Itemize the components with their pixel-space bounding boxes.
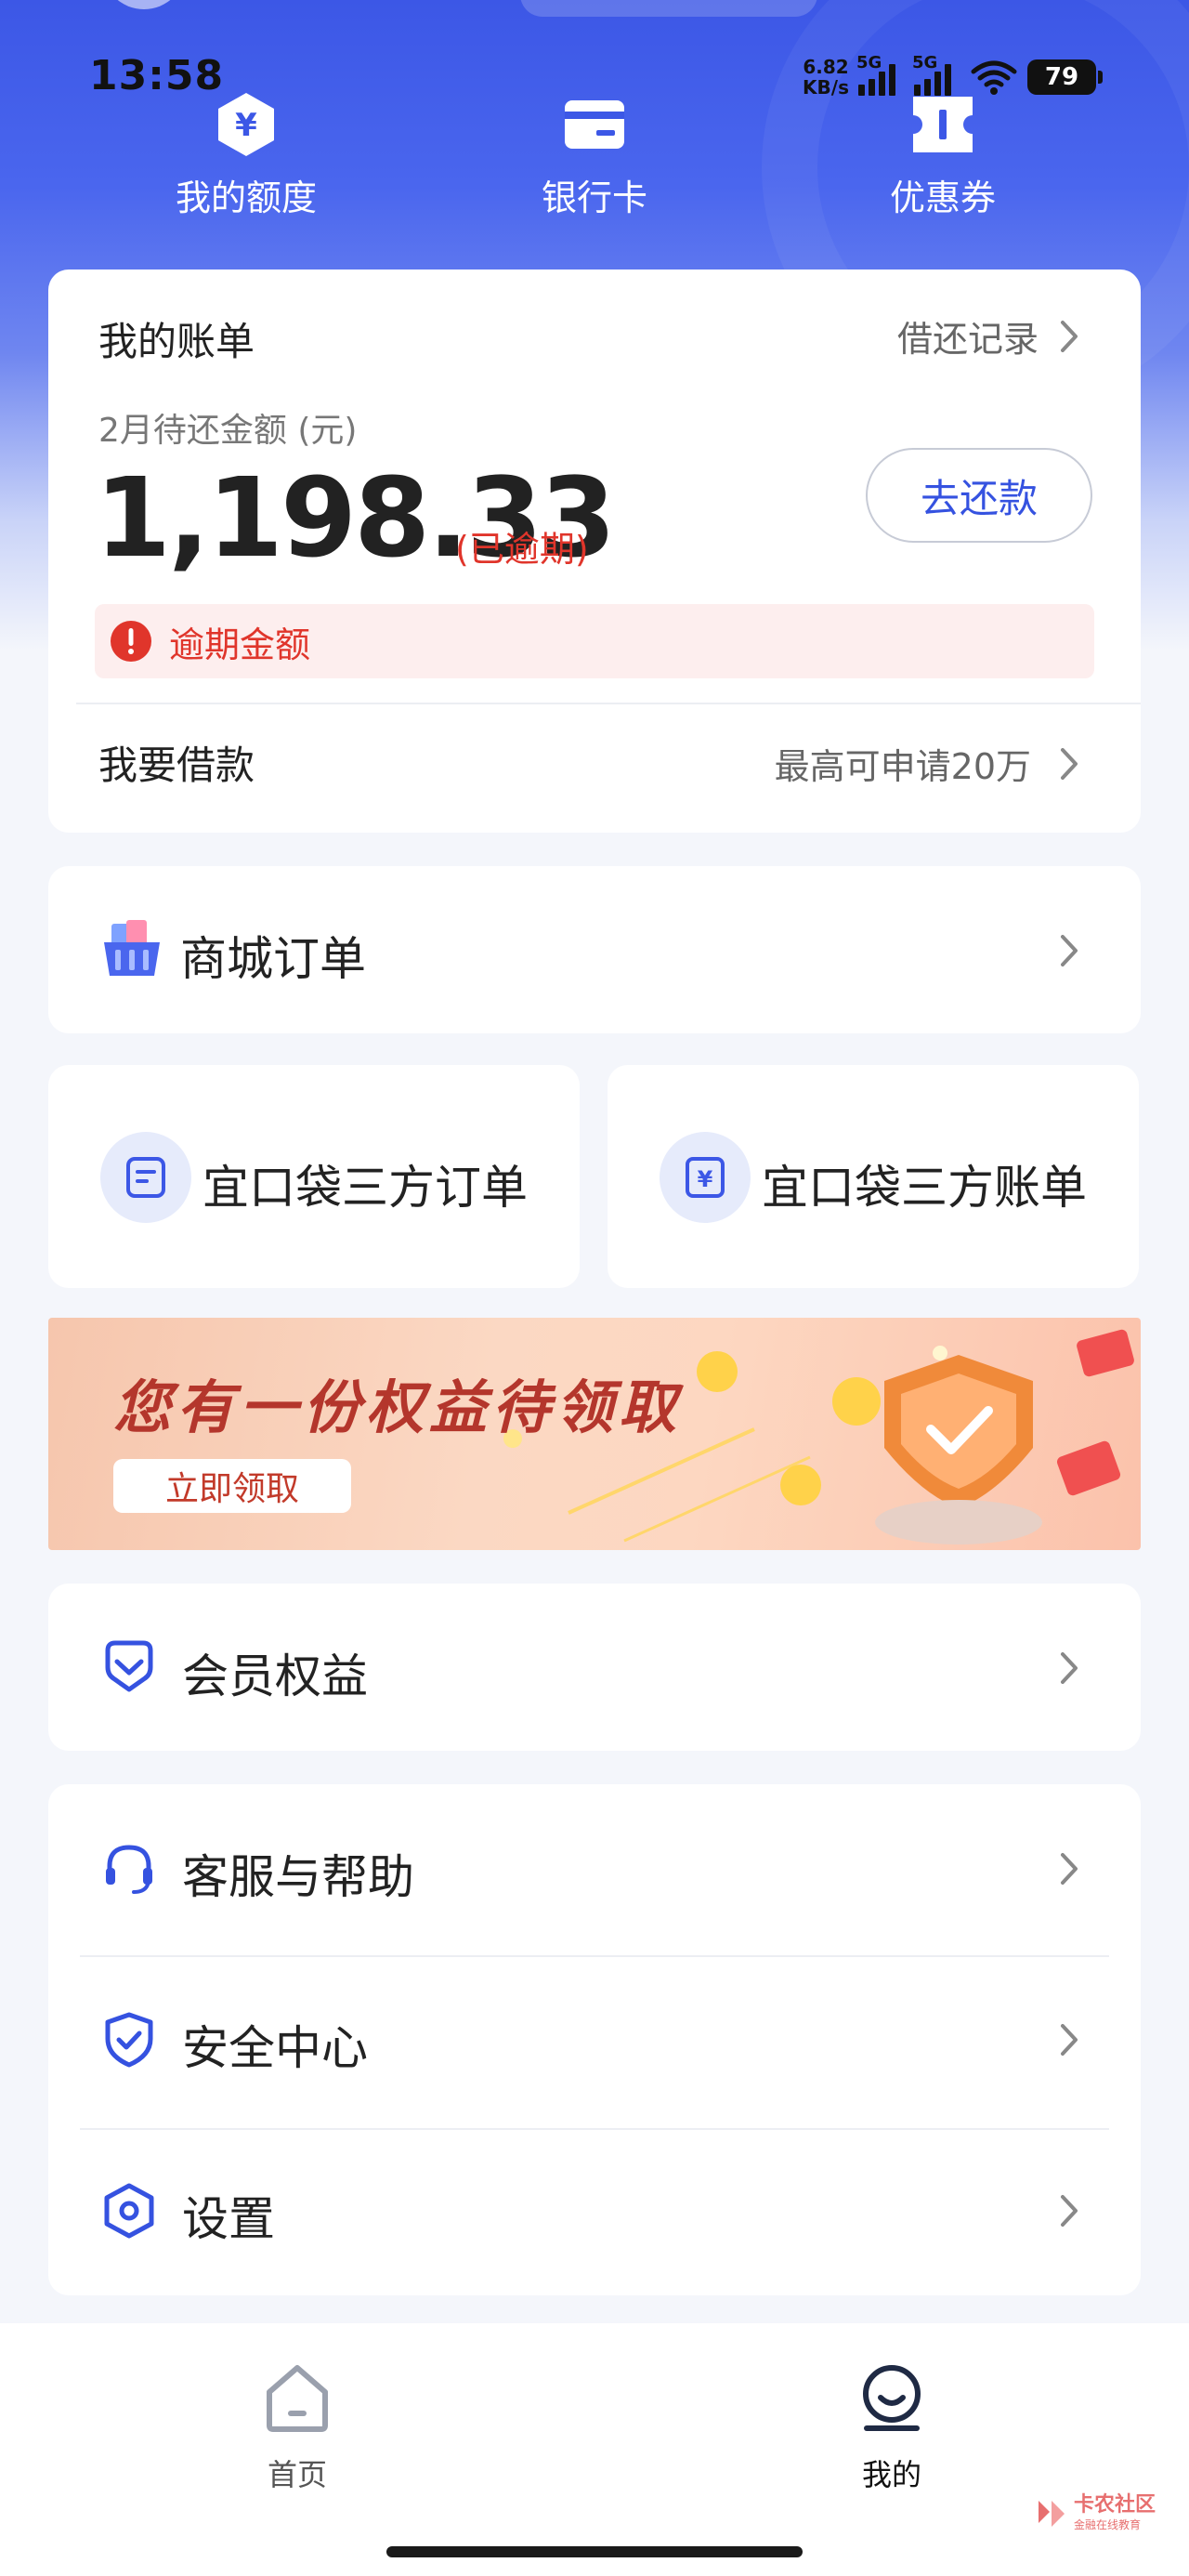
overdue-notice[interactable]: 逾期金额 [95,604,1094,678]
headset-icon [106,1845,152,1894]
customer-service-label: 客服与帮助 [182,1850,414,1904]
watermark: 卡农社区 金融在线教育 [1035,2494,1156,2532]
shopping-basket-icon [104,920,160,976]
bill-subtitle: 2月待还金额 (元) [98,412,358,450]
banner-title: 您有一份权益待领取 [113,1373,683,1441]
kanong-logo-icon [1038,2500,1065,2527]
chevron-right-icon [1061,2024,1078,2056]
home-indicator[interactable] [386,2546,803,2557]
yuan-hexagon-icon: ¥ [218,93,274,156]
yuan-bill-icon: ¥ [686,1157,725,1198]
overdue-tag: (已逾期) [455,529,589,570]
third-party-bills-label: 宜口袋三方账单 [762,1161,1087,1215]
bill-card: 我的账单 借还记录 2月待还金额 (元) 1,198.33 (已逾期) 去还款 … [48,269,1141,833]
security-center-row[interactable]: 安全中心 [48,1957,1141,2128]
member-benefits-row[interactable]: 会员权益 [48,1584,1141,1751]
settings-hexagon-icon [104,2183,154,2239]
claim-now-button[interactable]: 立即领取 [113,1459,351,1513]
mall-orders-label: 商城订单 [180,932,366,986]
bottom-nav: 首页 我的 [0,2323,1189,2576]
home-icon [267,2365,328,2432]
warning-icon [111,621,151,662]
chevron-right-icon [1061,320,1078,352]
customer-service-row[interactable]: 客服与帮助 [48,1784,1141,1955]
security-center-label: 安全中心 [182,2021,368,2075]
shield-check-icon [105,2012,153,2068]
quick-nav-credit-limit[interactable]: ¥ 我的额度 [135,89,358,220]
member-benefits-label: 会员权益 [182,1649,368,1703]
settings-row[interactable]: 设置 [48,2130,1141,2295]
repay-button[interactable]: 去还款 [866,448,1092,543]
bank-card-icon [565,100,624,149]
quick-nav-coupons[interactable]: 优惠券 [831,89,1054,220]
third-party-bills-card[interactable]: ¥ 宜口袋三方账单 [608,1065,1139,1288]
third-party-orders-card[interactable]: 宜口袋三方订单 [48,1065,580,1288]
document-icon [126,1157,165,1198]
mall-orders-row[interactable]: 商城订单 [48,866,1141,1033]
svg-text:¥: ¥ [698,1166,713,1192]
service-list-card: 客服与帮助 安全中心 设置 [48,1784,1141,2295]
borrow-row[interactable]: 我要借款 最高可申请20万 [48,706,1141,827]
settings-label: 设置 [182,2192,275,2246]
chevron-right-icon [1061,1652,1078,1684]
svg-text:¥: ¥ [235,107,257,144]
chevron-right-icon [1061,935,1078,966]
nav-home[interactable]: 首页 [223,2360,372,2494]
quick-nav-bank-card[interactable]: 银行卡 [483,89,706,220]
bill-title: 我的账单 [98,319,255,364]
account-pill[interactable] [520,0,817,17]
loan-record-link[interactable]: 借还记录 [897,310,1079,361]
quick-nav: ¥ 我的额度 银行卡 优惠券 [0,89,1189,229]
third-party-orders-label: 宜口袋三方订单 [203,1161,528,1215]
chevron-right-icon [1061,747,1078,780]
profile-icon [863,2365,921,2431]
chevron-right-icon [1061,1853,1078,1885]
divider [76,703,1141,704]
coupon-icon [913,97,973,152]
chevron-right-icon [1061,2195,1078,2227]
benefits-banner[interactable]: 您有一份权益待领取 立即领取 [48,1318,1141,1550]
member-badge-icon [105,1640,153,1692]
nav-profile[interactable]: 我的 [817,2360,966,2494]
